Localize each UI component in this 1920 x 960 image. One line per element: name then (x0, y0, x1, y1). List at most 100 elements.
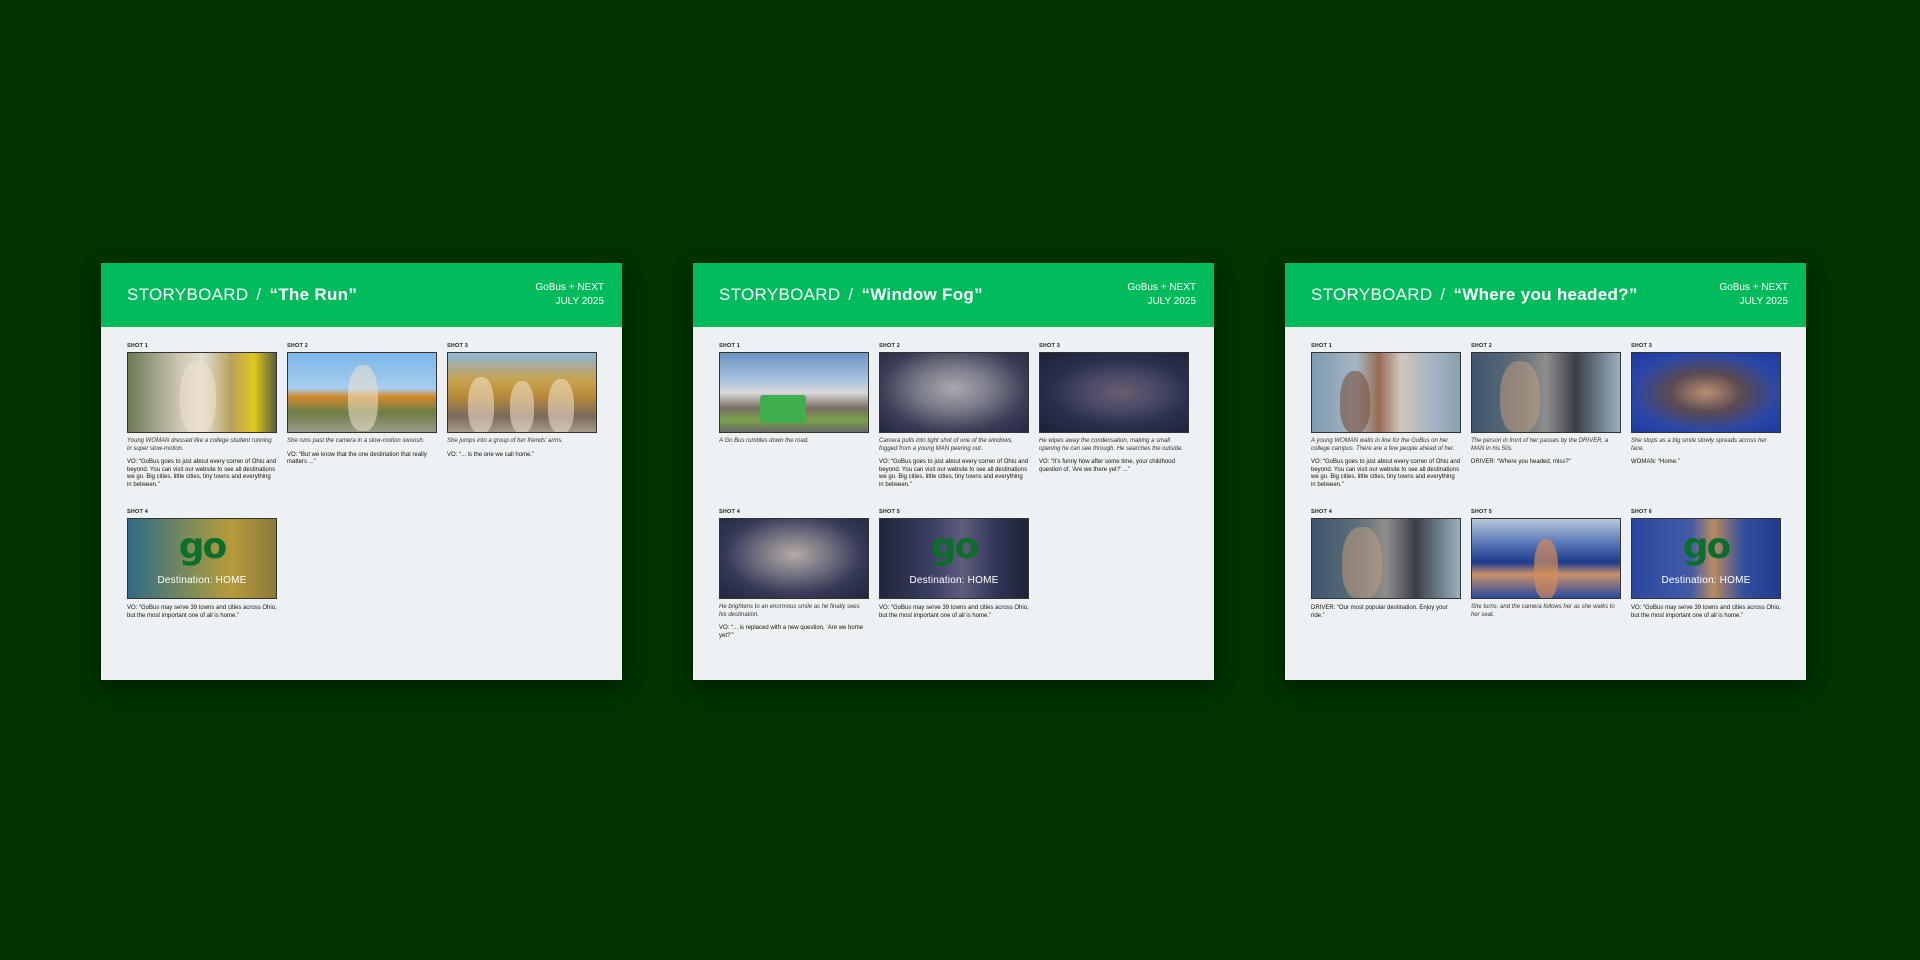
shot-label: SHOT 1 (1311, 343, 1333, 349)
shot-voiceover: VO: “GoBus goes to just about every corn… (127, 459, 277, 488)
gobus-logo: go (930, 526, 979, 567)
driver-figure (1500, 361, 1540, 432)
shot-voiceover: VO: “GoBus may serve 39 towns and cities… (879, 605, 1029, 619)
shot-3: SHOT 3 She jumps into a group of her fri… (447, 342, 597, 459)
shot-thumbnail (447, 352, 597, 433)
shot-thumbnail (879, 352, 1029, 433)
shot-1: SHOT 1 Young WOMAN dressed like a colleg… (127, 342, 277, 489)
shot-thumbnail: go Destination: HOME (1631, 518, 1781, 599)
shot-3: SHOT 3 She stops as a big smile slowly s… (1631, 342, 1781, 467)
shot-description: He wipes away the condensation, making a… (1039, 438, 1184, 452)
shot-label: SHOT 6 (1631, 509, 1653, 515)
shot-thumbnail (1471, 518, 1621, 599)
date-line: JULY 2025 (1147, 296, 1196, 307)
board-header: STORYBOARD / “Window Fog” GoBus + NEXT JUL… (693, 263, 1214, 327)
board-title: STORYBOARD / “The Run” (127, 285, 357, 305)
shot-4: SHOT 4 go Destination: HOME VO: “GoBus m… (127, 508, 277, 620)
shot-4: SHOT 4 He brightens to an enormous smile… (719, 508, 869, 640)
date-line: JULY 2025 (555, 296, 604, 307)
shot-description: Camera pulls into tight shot of one of t… (879, 438, 1014, 452)
shot-thumbnail: go Destination: HOME (879, 518, 1029, 599)
date-line: JULY 2025 (1739, 296, 1788, 307)
shot-voiceover: VO: “It’s funny how after some time, you… (1039, 459, 1175, 473)
shot-label: SHOT 2 (879, 343, 901, 349)
board-meta: GoBus + NEXT JULY 2025 (535, 281, 604, 309)
shot-label: SHOT 3 (1039, 343, 1061, 349)
shot-thumbnail (719, 518, 869, 599)
title-separator: / (848, 285, 854, 304)
shot-thumbnail (287, 352, 437, 433)
shot-5: SHOT 5 She turns, and the camera follows… (1471, 508, 1621, 619)
shot-label: SHOT 4 (1311, 509, 1333, 515)
title-separator: / (1440, 285, 1446, 304)
shot-6: SHOT 6 go Destination: HOME VO: “GoBus m… (1631, 508, 1781, 620)
driver-figure (1342, 527, 1382, 598)
shot-thumbnail (1311, 352, 1461, 433)
board-title: STORYBOARD / “Where you headed?” (1311, 285, 1638, 305)
shot-label: SHOT 1 (719, 343, 741, 349)
shot-4: SHOT 4 DRIVER: “Our most popular destina… (1311, 508, 1461, 620)
shot-3: SHOT 3 He wipes away the condensation, m… (1039, 342, 1189, 474)
shot-label: SHOT 1 (127, 343, 149, 349)
runner-figure (348, 365, 378, 431)
board-header: STORYBOARD / “Where you headed?” GoBus + N… (1285, 263, 1806, 327)
client-line: GoBus + NEXT (535, 282, 604, 293)
shot-1: SHOT 1 A Go Bus rumbles down the road. (719, 342, 869, 446)
shot-voiceover: VO: “... is the one we call home.” (447, 451, 535, 458)
shot-2: SHOT 2 The person in front of her passes… (1471, 342, 1621, 467)
runner-figure (180, 361, 216, 432)
shot-thumbnail (127, 352, 277, 433)
shot-voiceover: WOMAN: “Home.” (1631, 459, 1680, 465)
shot-voiceover: DRIVER: “Our most popular destination. E… (1311, 605, 1448, 619)
woman-figure (1534, 539, 1558, 598)
board-label: STORYBOARD (127, 285, 249, 304)
shot-label: SHOT 2 (1471, 343, 1493, 349)
board-name: “The Run” (269, 285, 358, 304)
friends-figure (510, 381, 534, 432)
shot-label: SHOT 4 (127, 509, 149, 515)
shot-description: A Go Bus rumbles down the road. (719, 438, 809, 444)
shot-voiceover: VO: “But we know that the one destinatio… (287, 451, 427, 466)
client-line: GoBus + NEXT (1719, 282, 1788, 293)
shot-thumbnail: go Destination: HOME (127, 518, 277, 599)
board-name: “Window Fog” (861, 285, 983, 304)
shot-label: SHOT 4 (719, 509, 741, 515)
shot-description: She jumps into a group of her friends’ a… (447, 438, 564, 444)
shot-description: She turns, and the camera follows her as… (1471, 604, 1615, 618)
shot-label: SHOT 5 (879, 509, 901, 515)
shot-voiceover: VO: “GoBus goes to just about every corn… (1311, 459, 1461, 488)
destination-caption: Destination: HOME (1661, 575, 1751, 586)
board-title: STORYBOARD / “Window Fog” (719, 285, 983, 305)
gobus-logo: go (1682, 526, 1731, 567)
shot-thumbnail (1631, 352, 1781, 433)
board-label: STORYBOARD (1311, 285, 1433, 304)
shot-description: The person in front of her passes by the… (1471, 438, 1609, 452)
storyboard-window-fog: STORYBOARD / “Window Fog” GoBus + NEXT JUL… (693, 263, 1214, 680)
destination-caption: Destination: HOME (909, 575, 999, 586)
shot-description: She runs past the camera in a slow-motio… (287, 438, 425, 444)
shot-label: SHOT 5 (1471, 509, 1493, 515)
friends-figure (468, 377, 494, 432)
shot-thumbnail (719, 352, 869, 433)
title-separator: / (256, 285, 262, 304)
shot-label: SHOT 3 (447, 343, 469, 349)
storyboard-the-run: STORYBOARD / “The Run” GoBus + NEXT JULY 2… (101, 263, 622, 680)
destination-caption: Destination: HOME (157, 575, 247, 586)
client-line: GoBus + NEXT (1127, 282, 1196, 293)
shot-voiceover: VO: “... is replaced with a new question… (719, 625, 864, 639)
board-meta: GoBus + NEXT JULY 2025 (1127, 281, 1196, 309)
shot-thumbnail (1039, 352, 1189, 433)
shot-voiceover: VO: “GoBus goes to just about every corn… (879, 459, 1029, 488)
shot-voiceover: VO: “GoBus may serve 39 towns and cities… (127, 605, 277, 619)
shot-voiceover: DRIVER: “Where you headed, miss?” (1471, 459, 1571, 465)
shot-thumbnail (1311, 518, 1461, 599)
shot-1: SHOT 1 A young WOMAN waits in line for t… (1311, 342, 1461, 489)
shot-description: A young WOMAN waits in line for the GoBu… (1311, 438, 1455, 452)
board-meta: GoBus + NEXT JULY 2025 (1719, 281, 1788, 309)
shot-description: She stops as a big smile slowly spreads … (1631, 438, 1767, 452)
woman-figure (1340, 371, 1370, 432)
storyboard-where-you-headed: STORYBOARD / “Where you headed?” GoBus + N… (1285, 263, 1806, 680)
friends-figure (548, 379, 574, 432)
shot-label: SHOT 2 (287, 343, 309, 349)
shot-5: SHOT 5 go Destination: HOME VO: “GoBus m… (879, 508, 1029, 620)
